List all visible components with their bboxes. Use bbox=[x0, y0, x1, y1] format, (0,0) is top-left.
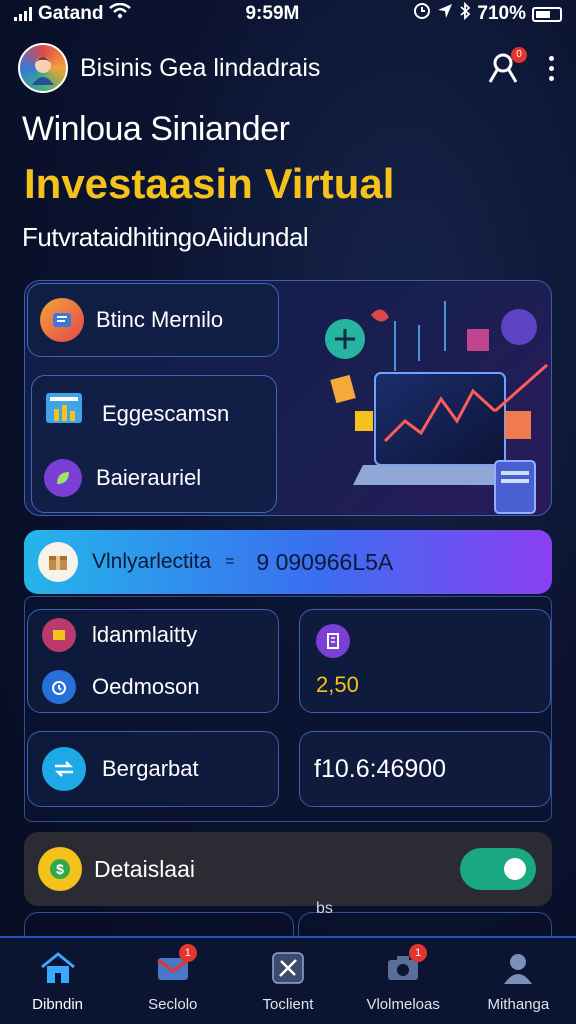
more-options-button[interactable] bbox=[545, 52, 558, 85]
toggle-label: Detaislaai bbox=[94, 855, 195, 882]
profile-icon bbox=[498, 950, 538, 986]
tab-profile[interactable]: Mithanga bbox=[461, 950, 576, 1013]
hero-panel: Btinc Mernilo Eggescamsn Baierauriel bbox=[24, 280, 552, 516]
stats-row-2[interactable]: Oedmoson bbox=[42, 670, 278, 704]
tab-camera-badge: 1 bbox=[409, 943, 428, 962]
mail-icon: 1 bbox=[153, 943, 197, 986]
stats-row-2-label: Oedmoson bbox=[92, 674, 200, 699]
partial-card-text: bs bbox=[316, 900, 333, 917]
tab-home-label: Dibndin bbox=[32, 995, 84, 1013]
investment-illustration bbox=[295, 281, 551, 515]
camera-icon: 1 bbox=[383, 943, 428, 986]
tab-camera[interactable]: 1 Vlolmeloas bbox=[346, 943, 461, 1013]
hero-tagline: FutvrataidhitingoAiidundal bbox=[22, 222, 309, 252]
stats-row-1[interactable]: ldanmlaitty bbox=[42, 618, 278, 652]
document-icon bbox=[316, 624, 350, 658]
report-icon bbox=[44, 391, 88, 437]
location-icon bbox=[437, 3, 453, 25]
hero-card-2-row-2[interactable]: Baierauriel bbox=[44, 459, 201, 497]
hero-card-2-row-2-label: Baierauriel bbox=[96, 465, 202, 490]
app-title: Bisinis Gea lindadrais bbox=[80, 53, 321, 82]
tab-tools-label: Toclient bbox=[262, 995, 314, 1013]
avatar[interactable] bbox=[18, 43, 68, 93]
stats-panel: ldanmlaitty Oedmoson 2,50 Bergarbat f10.… bbox=[24, 596, 552, 822]
signal-icon bbox=[14, 7, 32, 21]
feature-toggle[interactable] bbox=[460, 848, 536, 890]
exchange-icon bbox=[42, 747, 86, 791]
tab-profile-label: Mithanga bbox=[487, 995, 550, 1013]
hero-card-2-row-1-label: Eggescamsn bbox=[102, 401, 230, 426]
balance-bar[interactable]: Vlnlyarlectita = 9 090966L5A bbox=[24, 530, 552, 594]
alarm-icon bbox=[413, 2, 431, 26]
home-icon bbox=[38, 950, 78, 986]
balance-separator: = bbox=[225, 553, 235, 570]
page-title: Investaasin Virtual bbox=[24, 160, 395, 207]
settings-toggle-row: $ Detaislaai bbox=[24, 832, 552, 906]
kebab-icon bbox=[549, 55, 554, 61]
stats-tile-2-value: 2,50 bbox=[316, 672, 359, 697]
stats-tile-4[interactable]: f10.6:46900 bbox=[299, 731, 551, 807]
tab-camera-label: Vlolmeloas bbox=[366, 995, 440, 1013]
notification-button[interactable]: 0 bbox=[487, 47, 527, 85]
stats-tile-1: ldanmlaitty Oedmoson bbox=[27, 609, 279, 713]
svg-text:$: $ bbox=[56, 861, 64, 877]
tab-messages-label: Seclolo bbox=[148, 995, 198, 1013]
stats-tile-3[interactable]: Bergarbat bbox=[27, 731, 279, 807]
wallet-icon bbox=[40, 298, 84, 342]
balance-value: 9 090966L5A bbox=[256, 548, 394, 575]
timer-icon bbox=[42, 670, 76, 704]
leaf-icon bbox=[44, 459, 82, 497]
bottom-tab-bar: Dibndin 1 Seclolo Toclient 1 Vlolmeloas … bbox=[0, 936, 576, 1024]
stats-tile-2[interactable]: 2,50 bbox=[299, 609, 551, 713]
bluetooth-icon bbox=[459, 1, 471, 26]
tab-tools[interactable]: Toclient bbox=[230, 950, 345, 1013]
tools-icon bbox=[268, 950, 308, 986]
tab-home[interactable]: Dibndin bbox=[0, 950, 115, 1013]
status-bar: Gatand 9:59M 710% bbox=[0, 0, 576, 28]
hero-card-1[interactable]: Btinc Mernilo bbox=[27, 283, 279, 357]
battery-percent: 710% bbox=[477, 3, 526, 24]
tab-messages-badge: 1 bbox=[178, 943, 197, 962]
clock: 9:59M bbox=[245, 3, 300, 24]
stats-tile-3-label: Bergarbat bbox=[102, 756, 199, 781]
money-icon: $ bbox=[38, 847, 82, 891]
wifi-icon bbox=[109, 2, 132, 25]
carrier-name: Gatand bbox=[38, 3, 104, 24]
battery-icon bbox=[531, 6, 562, 22]
stats-tile-4-value: f10.6:46900 bbox=[314, 754, 447, 783]
tab-messages[interactable]: 1 Seclolo bbox=[115, 943, 230, 1013]
stats-row-1-label: ldanmlaitty bbox=[92, 622, 198, 647]
box-icon bbox=[42, 618, 76, 652]
package-icon bbox=[38, 542, 78, 582]
hero-subtitle: Winloua Siniander bbox=[22, 110, 290, 148]
app-header: Bisinis Gea lindadrais 0 bbox=[18, 40, 558, 96]
notification-badge: 0 bbox=[511, 47, 527, 63]
balance-label: Vlnlyarlectita bbox=[92, 550, 212, 573]
hero-card-2-row-1[interactable]: Eggescamsn bbox=[44, 391, 229, 437]
hero-card-2: Eggescamsn Baierauriel bbox=[31, 375, 277, 513]
hero-card-1-label: Btinc Mernilo bbox=[96, 307, 224, 332]
